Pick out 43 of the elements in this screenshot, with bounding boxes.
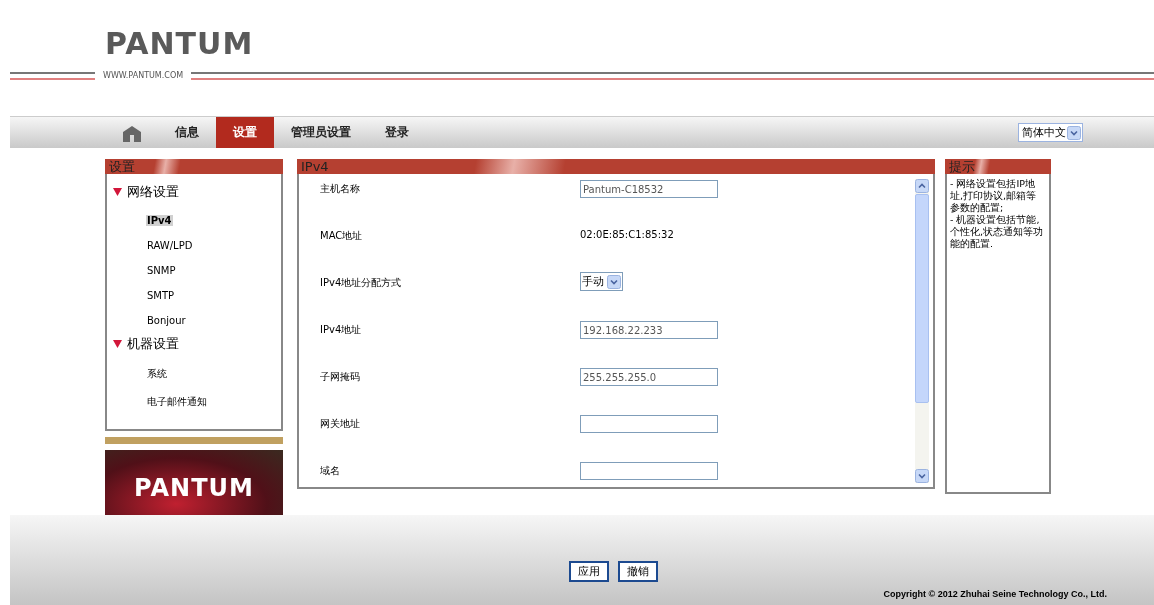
nav-tab[interactable]: 管理员设置 — [274, 117, 368, 148]
home-icon[interactable] — [122, 125, 142, 142]
panel-title: IPv4 — [297, 159, 935, 174]
scroll-down-icon[interactable] — [915, 469, 929, 483]
form-button[interactable]: 撤销 — [618, 561, 658, 582]
menu-group[interactable]: 网络设置 — [113, 183, 281, 201]
menu-item[interactable]: RAW/LPD — [146, 240, 194, 251]
menu-item[interactable]: 电子邮件通知 — [146, 395, 208, 409]
copyright-text: Copyright © 2012 Zhuhai Seine Technology Co., Ltd. — [883, 589, 1107, 599]
nav-tab[interactable]: 登录 — [368, 117, 426, 148]
scroll-thumb[interactable] — [915, 194, 929, 403]
website-text: WWW.PANTUM.COM — [103, 71, 184, 80]
field-label: 主机名称 — [320, 182, 361, 196]
select-field[interactable]: 手动 — [580, 272, 623, 291]
field-label: 子网掩码 — [320, 370, 361, 384]
language-select[interactable]: 简体中文 — [1018, 123, 1083, 142]
input-field[interactable]: Pantum-C18532 — [580, 180, 718, 198]
field-value: 02:0E:85:C1:85:32 — [580, 228, 674, 240]
menu-item[interactable]: 系统 — [146, 367, 168, 381]
menu-item[interactable]: Bonjour — [146, 315, 187, 326]
input-field[interactable]: 255.255.255.0 — [580, 368, 718, 386]
panel-title: 提示 — [945, 159, 1051, 174]
menu-item[interactable]: SNMP — [146, 265, 177, 276]
field-label: MAC地址 — [320, 229, 364, 243]
input-field[interactable]: 192.168.22.233 — [580, 321, 718, 339]
brand-logo: PANTUM — [105, 26, 254, 61]
hint-text: - 机器设置包括节能,个性化,状态通知等功能的配置. — [949, 214, 1045, 250]
scroll-up-icon[interactable] — [915, 179, 929, 193]
input-field[interactable] — [580, 415, 718, 433]
hint-text: - 网络设置包括IP地址,打印协议,邮箱等参数的配置; — [949, 177, 1038, 214]
scrollbar[interactable] — [915, 179, 929, 483]
field-label: IPv4地址 — [320, 323, 363, 337]
input-field[interactable] — [580, 462, 718, 480]
menu-item[interactable]: SMTP — [146, 290, 176, 301]
field-label: IPv4地址分配方式 — [320, 276, 403, 290]
menu-item[interactable]: IPv4 — [146, 215, 173, 226]
nav-tab[interactable]: 信息 — [158, 117, 216, 148]
panel-title: 设置 — [105, 159, 283, 174]
field-label: 网关地址 — [320, 417, 361, 431]
nav-tab[interactable]: 设置 — [216, 117, 274, 148]
field-label: 域名 — [320, 464, 341, 478]
form-button[interactable]: 应用 — [569, 561, 609, 582]
menu-group[interactable]: 机器设置 — [113, 335, 281, 353]
